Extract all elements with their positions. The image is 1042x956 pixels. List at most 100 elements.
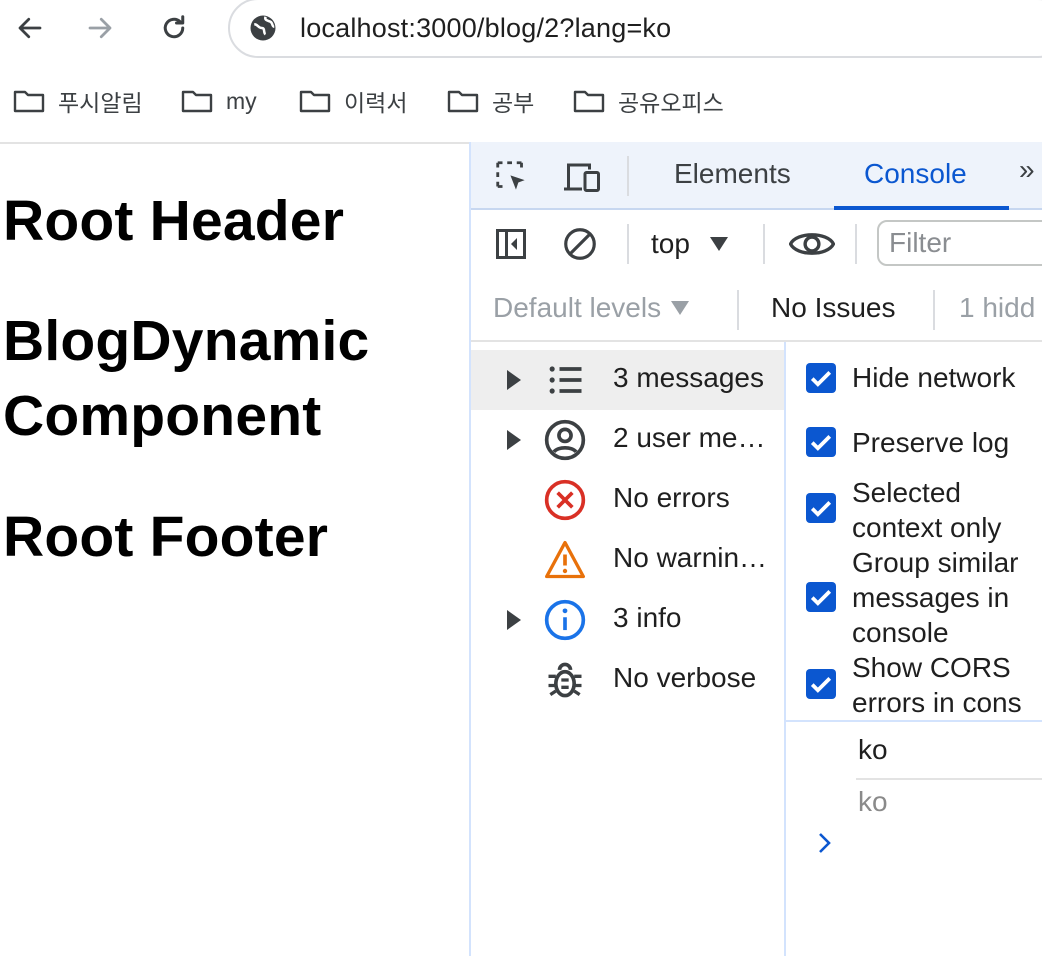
bookmark-folder[interactable]: my bbox=[180, 76, 257, 126]
divider bbox=[737, 290, 739, 330]
live-expression-eye-icon[interactable] bbox=[789, 226, 835, 262]
bookmark-folder[interactable]: 공부 bbox=[446, 76, 534, 126]
sidebar-item-label: 2 user me… bbox=[613, 422, 766, 453]
address-bar[interactable]: localhost:3000/blog/2?lang=ko bbox=[228, 0, 1042, 58]
root-header: Root Header bbox=[3, 189, 345, 253]
bookmark-folder[interactable]: 공유오피스 bbox=[572, 76, 724, 126]
browser-toolbar: localhost:3000/blog/2?lang=ko bbox=[0, 0, 1042, 58]
checkmark-icon bbox=[810, 590, 832, 606]
back-button[interactable] bbox=[12, 10, 48, 46]
console-settings: Hide network Preserve log Selected conte… bbox=[786, 342, 1042, 722]
bookmark-label: 푸시알림 bbox=[58, 90, 143, 116]
group-similar-checkbox[interactable] bbox=[806, 582, 836, 612]
checkmark-icon bbox=[810, 371, 832, 387]
dropdown-arrow-icon bbox=[671, 301, 690, 315]
levels-label: Default levels bbox=[493, 292, 662, 323]
filter-placeholder: Filter bbox=[889, 227, 952, 258]
dropdown-arrow-icon bbox=[709, 237, 728, 251]
sidebar-item-label: 3 info bbox=[613, 602, 682, 633]
bookmark-label: my bbox=[226, 87, 257, 114]
list-icon bbox=[549, 366, 582, 394]
checkbox-label: Group similar messages in console bbox=[852, 547, 1019, 648]
arrow-right-icon bbox=[88, 17, 112, 39]
device-toolbar-icon[interactable] bbox=[561, 158, 603, 196]
console-message[interactable]: ko bbox=[858, 734, 888, 766]
checkbox-label: Preserve log bbox=[852, 427, 1010, 458]
show-cors-errors-checkbox[interactable] bbox=[806, 669, 836, 699]
checkmark-icon bbox=[810, 435, 832, 451]
blog-dynamic-component: BlogDynamic Component bbox=[3, 309, 370, 448]
divider bbox=[855, 224, 857, 264]
page-viewport: Root Header BlogDynamic Component Root F… bbox=[0, 144, 469, 956]
sidebar-item-user-messages[interactable]: 2 user me… bbox=[471, 410, 784, 470]
checkmark-icon bbox=[810, 677, 832, 693]
console-output: ko ko bbox=[786, 722, 1042, 956]
sidebar-item-label: No warnin… bbox=[613, 542, 768, 573]
expand-arrow-icon[interactable] bbox=[507, 430, 521, 450]
bookmark-folder[interactable]: 이력서 bbox=[298, 76, 407, 126]
console-toolbar: top Filter bbox=[471, 210, 1042, 279]
error-icon bbox=[544, 479, 586, 521]
more-tabs-button[interactable]: » bbox=[1019, 154, 1035, 186]
divider bbox=[627, 156, 629, 196]
url-text[interactable]: localhost:3000/blog/2?lang=ko bbox=[300, 13, 671, 44]
log-levels-dropdown[interactable]: Default levels bbox=[493, 292, 690, 324]
filter-input[interactable]: Filter bbox=[877, 220, 1042, 266]
expand-arrow-icon[interactable] bbox=[507, 370, 521, 390]
sidebar-item-messages[interactable]: 3 messages bbox=[471, 350, 784, 410]
bookmark-label: 공유오피스 bbox=[618, 90, 724, 116]
selected-context-checkbox[interactable] bbox=[806, 493, 836, 523]
folder-icon bbox=[13, 90, 45, 113]
sidebar-item-label: No errors bbox=[613, 482, 730, 513]
reload-button[interactable] bbox=[156, 10, 192, 46]
sidebar-item-label: No verbose bbox=[613, 662, 757, 693]
info-icon bbox=[544, 599, 586, 641]
checkbox-label: Hide network bbox=[852, 362, 1016, 393]
preserve-log-checkbox[interactable] bbox=[806, 427, 836, 457]
divider bbox=[933, 290, 935, 330]
sidebar-item-label: 3 messages bbox=[613, 362, 764, 393]
bookmark-label: 이력서 bbox=[344, 90, 408, 116]
folder-icon bbox=[299, 90, 331, 113]
divider bbox=[763, 224, 765, 264]
tab-console[interactable]: Console bbox=[864, 158, 967, 190]
folder-icon bbox=[573, 90, 605, 113]
console-toolbar-secondary: Default levels No Issues 1 hidd bbox=[471, 278, 1042, 342]
warning-icon bbox=[545, 540, 585, 579]
bug-icon bbox=[548, 662, 582, 698]
context-selector[interactable]: top bbox=[651, 224, 728, 264]
root-footer: Root Footer bbox=[3, 505, 329, 569]
divider bbox=[856, 778, 1042, 780]
devtools-panel: Elements Console » top Filter Default le… bbox=[469, 142, 1042, 956]
checkbox-label: Selected context only bbox=[852, 477, 1002, 543]
clear-console-icon[interactable] bbox=[561, 225, 599, 263]
checkmark-icon bbox=[810, 501, 832, 517]
bookmark-folder[interactable]: 푸시알림 bbox=[12, 76, 143, 126]
site-info-icon[interactable] bbox=[248, 13, 278, 43]
reload-icon bbox=[163, 15, 185, 39]
sidebar-toggle-icon[interactable] bbox=[493, 226, 529, 262]
folder-icon bbox=[447, 90, 479, 113]
sidebar-item-errors[interactable]: No errors bbox=[471, 470, 784, 530]
sidebar-item-info[interactable]: 3 info bbox=[471, 590, 784, 650]
bookmark-label: 공부 bbox=[492, 90, 535, 116]
issues-button[interactable]: No Issues bbox=[771, 292, 896, 324]
context-label: top bbox=[651, 228, 690, 259]
sidebar-item-verbose[interactable]: No verbose bbox=[471, 650, 784, 710]
expand-arrow-icon[interactable] bbox=[507, 610, 521, 630]
hide-network-checkbox[interactable] bbox=[806, 363, 836, 393]
console-sidebar: 3 messages 2 user me… No errors No warni bbox=[471, 342, 786, 956]
arrow-left-icon bbox=[18, 17, 42, 39]
forward-button[interactable] bbox=[82, 10, 118, 46]
sidebar-item-warnings[interactable]: No warnin… bbox=[471, 530, 784, 590]
console-prompt-chevron-icon[interactable] bbox=[816, 830, 834, 856]
devtools-tab-bar: Elements Console » bbox=[471, 142, 1042, 210]
console-message-echo[interactable]: ko bbox=[858, 786, 888, 818]
user-icon bbox=[544, 419, 586, 461]
inspect-element-icon[interactable] bbox=[493, 158, 531, 196]
bookmarks-bar: 푸시알림 my 이력서 공부 공유오피스 bbox=[0, 76, 1042, 126]
divider bbox=[627, 224, 629, 264]
tab-elements[interactable]: Elements bbox=[674, 158, 791, 190]
folder-icon bbox=[181, 90, 213, 113]
checkbox-label: Show CORS errors in cons bbox=[852, 652, 1022, 718]
